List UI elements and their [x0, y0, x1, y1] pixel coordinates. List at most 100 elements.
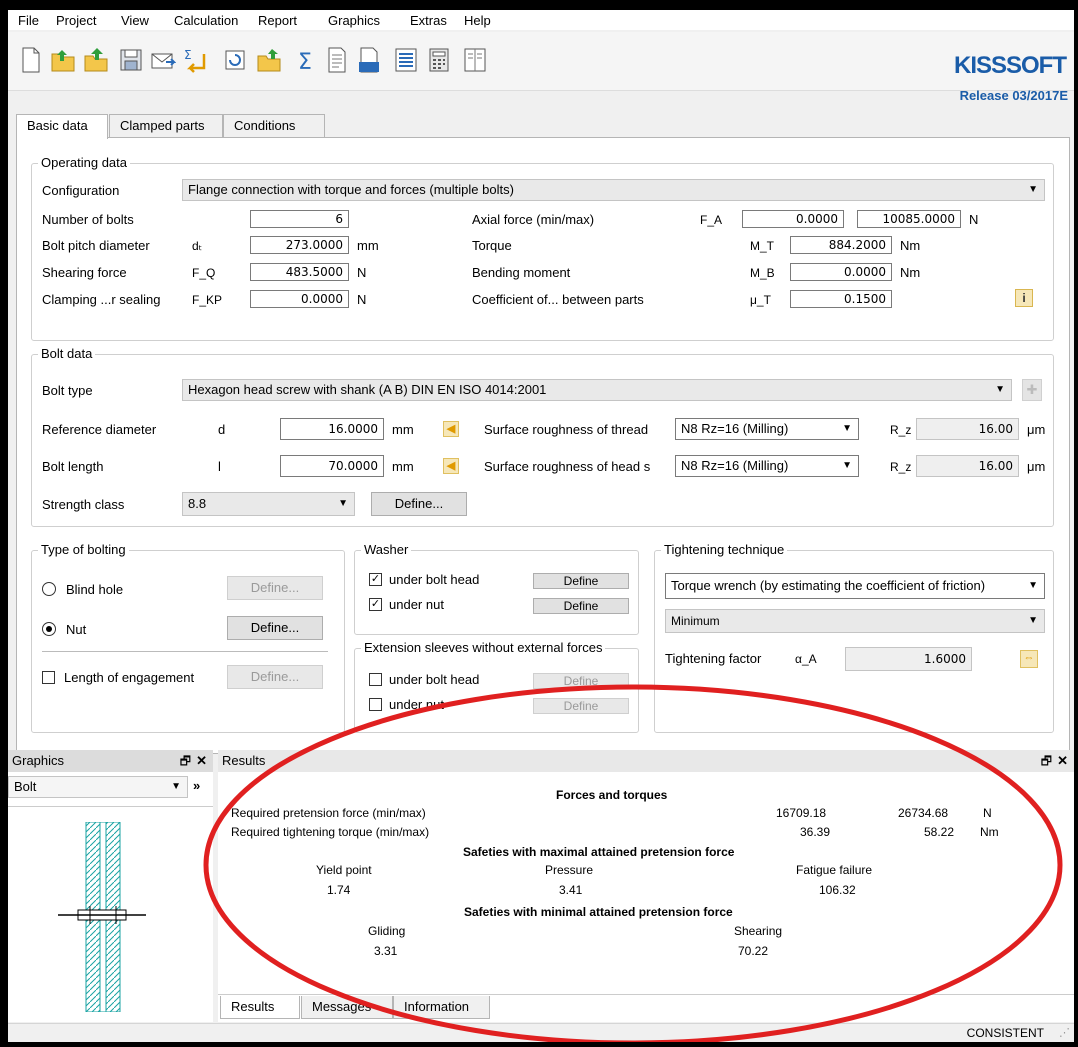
rz-head-input[interactable]: 16.00: [916, 455, 1019, 477]
tightening-level-select[interactable]: Minimum ▼: [665, 609, 1045, 633]
menu-help[interactable]: Help: [464, 13, 491, 28]
sigma-arrow-icon[interactable]: Σ: [182, 46, 208, 74]
report-settings-icon[interactable]: [356, 46, 382, 74]
results-panel-title: Results: [222, 753, 266, 768]
open-example-icon[interactable]: [83, 46, 109, 74]
sleeves-title: Extension sleeves without external force…: [361, 640, 606, 655]
washer-nut-define-button[interactable]: Define: [533, 598, 629, 614]
forces-title: Forces and torques: [556, 788, 668, 802]
results-panel-header: Results 🗗 ✕: [218, 750, 1074, 772]
sleeve-head-checkbox[interactable]: [369, 673, 382, 686]
shear-symbol: F_Q: [192, 266, 216, 280]
length-arrow-icon[interactable]: ◀: [443, 458, 459, 474]
torque-unit-result: Nm: [980, 825, 999, 839]
blind-hole-radio[interactable]: [42, 582, 56, 596]
tightening-factor-label: Tightening factor: [665, 651, 762, 666]
folder-export-icon[interactable]: [256, 46, 282, 74]
new-file-icon[interactable]: [18, 46, 44, 74]
tab-clamped-parts[interactable]: Clamped parts: [109, 114, 223, 137]
washer-group: Washer ✓ under bolt head Define ✓ under …: [354, 542, 639, 635]
nut-define-button[interactable]: Define...: [227, 616, 323, 640]
divider: [42, 651, 328, 652]
graphics-panel-title: Graphics: [12, 753, 65, 768]
bolt-data-title: Bolt data: [38, 346, 96, 361]
bolt-type-select[interactable]: Hexagon head screw with shank (A B) DIN …: [182, 379, 1012, 401]
pretension-label: Required pretension force (min/max): [231, 806, 426, 820]
sigma-icon[interactable]: Σ: [293, 46, 319, 74]
sleeve-nut-checkbox[interactable]: [369, 698, 382, 711]
pitch-diameter-label: Bolt pitch diameter: [42, 238, 150, 253]
clamping-input[interactable]: 0.0000: [250, 290, 349, 308]
close-icon[interactable]: ✕: [196, 750, 207, 772]
tightening-technique-select[interactable]: Torque wrench (by estimating the coeffic…: [665, 573, 1045, 599]
result-tab-information[interactable]: Information: [393, 996, 490, 1019]
menu-graphics[interactable]: Graphics: [328, 13, 380, 28]
svg-text:Σ: Σ: [184, 48, 192, 62]
open-folder-icon[interactable]: [50, 46, 76, 74]
friction-coefficient-input[interactable]: 0.1500: [790, 290, 892, 308]
menu-report[interactable]: Report: [258, 13, 297, 28]
sleeve-nut-define-button[interactable]: Define: [533, 698, 629, 714]
bending-moment-input[interactable]: 0.0000: [790, 263, 892, 281]
menu-file[interactable]: File: [18, 13, 39, 28]
shearing-force-input[interactable]: 483.5000: [250, 263, 349, 281]
bolting-type-group: Type of bolting Blind hole Define... Nut…: [31, 542, 345, 733]
tightening-swap-icon[interactable]: ⇔: [1020, 650, 1038, 668]
tab-conditions[interactable]: Conditions: [223, 114, 325, 137]
pretension-max: 26734.68: [898, 806, 949, 820]
results-close-icon[interactable]: ✕: [1057, 750, 1068, 772]
axial-force-min-input[interactable]: 0.0000: [742, 210, 844, 228]
engagement-define-button[interactable]: Define...: [227, 665, 323, 689]
report-icon[interactable]: [324, 46, 350, 74]
info-icon[interactable]: i: [1015, 289, 1033, 307]
strength-class-select[interactable]: 8.8 ▼: [182, 492, 355, 516]
shearing-label-result: Shearing: [734, 924, 783, 938]
engagement-checkbox[interactable]: [42, 671, 55, 684]
menu-extras[interactable]: Extras: [410, 13, 447, 28]
max-safeties-title: Safeties with maximal attained pretensio…: [463, 845, 735, 859]
rotate-icon[interactable]: [222, 46, 248, 74]
tab-basic-data[interactable]: Basic data: [16, 114, 108, 139]
nut-radio[interactable]: [42, 622, 56, 636]
book-icon[interactable]: [462, 46, 488, 74]
strength-define-button[interactable]: Define...: [371, 492, 467, 516]
bolt-edit-icon[interactable]: ✚: [1022, 379, 1042, 401]
pitch-diameter-input[interactable]: 273.0000: [250, 236, 349, 254]
clamp-symbol: F_KP: [192, 293, 223, 307]
torque-input[interactable]: 884.2000: [790, 236, 892, 254]
washer-head-define-button[interactable]: Define: [533, 573, 629, 589]
washer-nut-checkbox[interactable]: ✓: [369, 598, 382, 611]
save-icon[interactable]: [118, 46, 144, 74]
list-icon[interactable]: [393, 46, 419, 74]
graphics-selector[interactable]: Bolt ▼: [8, 776, 188, 798]
float-icon[interactable]: 🗗: [180, 750, 191, 772]
expand-icon[interactable]: »: [193, 778, 200, 793]
axial-force-max-input[interactable]: 10085.0000: [857, 210, 961, 228]
result-tab-results[interactable]: Results: [220, 996, 300, 1019]
washer-head-checkbox[interactable]: ✓: [369, 573, 382, 586]
menu-calculation[interactable]: Calculation: [174, 13, 238, 28]
thread-roughness-select[interactable]: N8 Rz=16 (Milling) ▼: [675, 418, 859, 440]
toolbar: Σ Σ KISSSOFT: [8, 32, 1074, 91]
tightening-group: Tightening technique Torque wrench (by e…: [654, 542, 1054, 733]
reference-diameter-input[interactable]: 16.0000: [280, 418, 384, 440]
resize-grip-icon[interactable]: ⋰: [1059, 1026, 1070, 1039]
clamp-unit: N: [357, 292, 367, 307]
results-float-icon[interactable]: 🗗: [1041, 750, 1052, 772]
email-icon[interactable]: [150, 46, 176, 74]
tightening-factor-input[interactable]: 1.6000: [845, 647, 972, 671]
configuration-select[interactable]: Flange connection with torque and forces…: [182, 179, 1045, 201]
menu-view[interactable]: View: [121, 13, 149, 28]
num-bolts-input[interactable]: 6: [250, 210, 349, 228]
menu-project[interactable]: Project: [56, 13, 96, 28]
blind-hole-define-button[interactable]: Define...: [227, 576, 323, 600]
result-tab-messages[interactable]: Messages: [301, 996, 393, 1019]
head-roughness-select[interactable]: N8 Rz=16 (Milling) ▼: [675, 455, 859, 477]
rz-thread-input[interactable]: 16.00: [916, 418, 1019, 440]
bolt-length-input[interactable]: 70.0000: [280, 455, 384, 477]
sleeve-head-define-button[interactable]: Define: [533, 673, 629, 689]
refdia-arrow-icon[interactable]: ◀: [443, 421, 459, 437]
rz-thread-unit: μm: [1027, 422, 1046, 437]
shearing-value: 70.22: [738, 944, 769, 958]
calculator-icon[interactable]: [426, 46, 452, 74]
